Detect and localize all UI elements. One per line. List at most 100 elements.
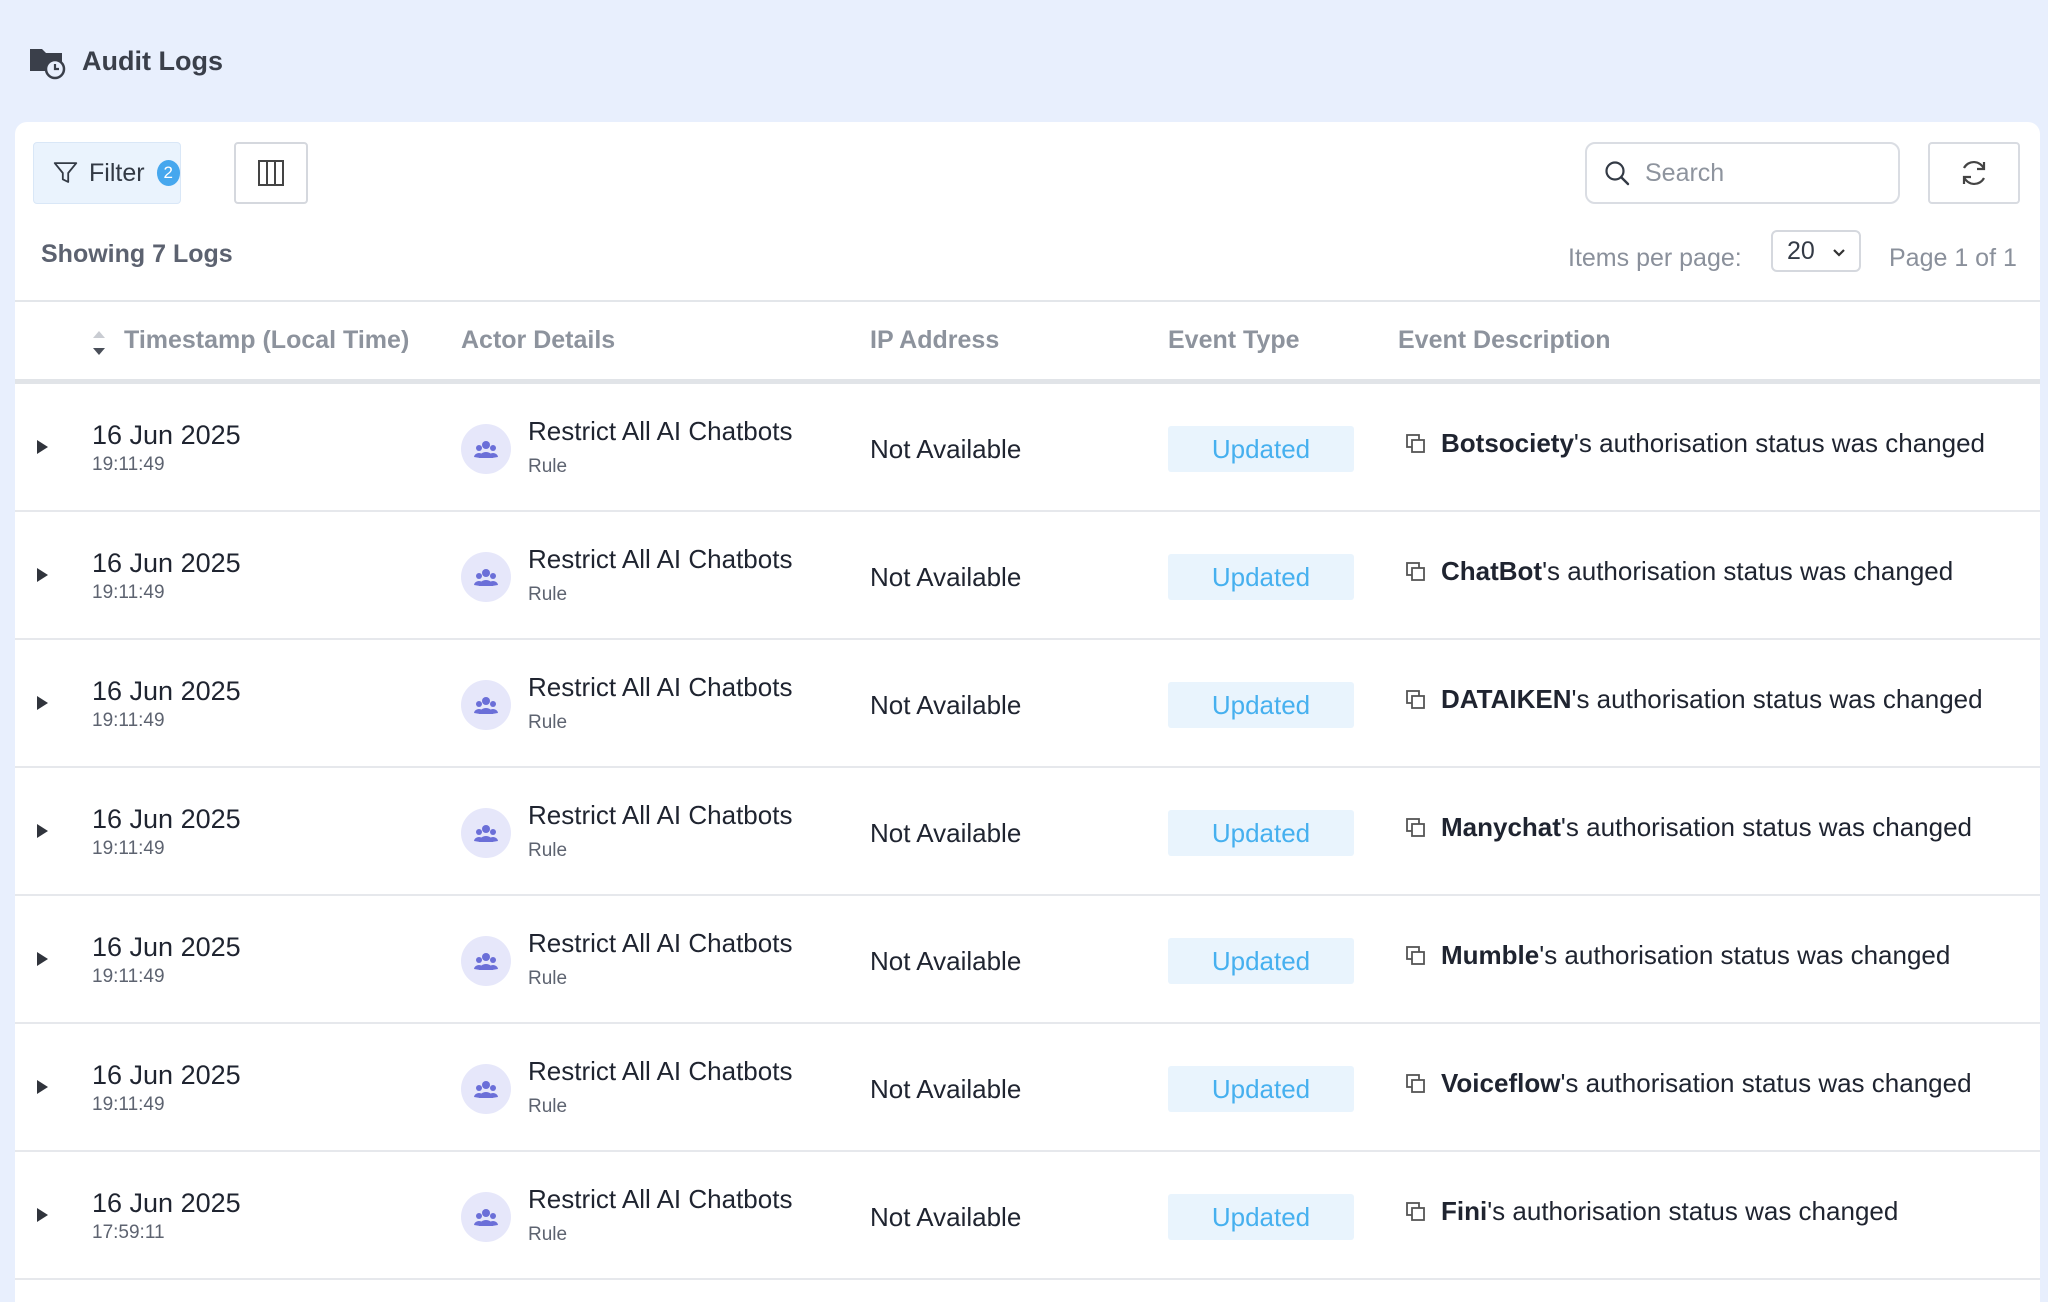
filter-icon [53, 162, 78, 183]
copy-icon[interactable] [1405, 1073, 1427, 1095]
search-input[interactable] [1643, 157, 1887, 189]
timestamp-time: 19:11:49 [92, 966, 165, 987]
column-header-timestamp[interactable]: Timestamp (Local Time) [124, 326, 409, 355]
ip-address: Not Available [870, 946, 1022, 976]
table-row[interactable]: 16 Jun 2025 17:59:11 Restrict All AI Cha… [15, 1152, 2040, 1280]
items-per-page-label: Items per page: [1568, 244, 1742, 272]
copy-icon[interactable] [1405, 817, 1427, 839]
page-header: Audit Logs [0, 0, 2048, 122]
timestamp-date: 16 Jun 2025 [92, 420, 241, 450]
actor-name: Restrict All AI Chatbots [528, 672, 793, 702]
event-description-text: Manychat's authorisation status was chan… [1441, 812, 1973, 842]
column-header-actor: Actor Details [461, 326, 616, 354]
actor-rule-icon [461, 936, 511, 986]
ip-address: Not Available [870, 690, 1022, 720]
timestamp-time: 19:11:49 [92, 582, 165, 603]
event-description: Mumble's authorisation status was change… [1405, 940, 1950, 971]
actor-rule-icon [461, 808, 511, 858]
event-description: Voiceflow's authorisation status was cha… [1405, 1068, 1972, 1099]
copy-icon[interactable] [1405, 689, 1427, 711]
event-type-badge: Updated [1168, 1066, 1354, 1112]
timestamp-time: 19:11:49 [92, 838, 165, 859]
event-description-text: Fini's authorisation status was changed [1441, 1196, 1899, 1226]
filter-label: Filter [89, 158, 145, 187]
audit-log-card: Filter 2 Search Showing 7 Logs Items per… [15, 122, 2040, 1302]
actor-rule-icon [461, 424, 511, 474]
columns-toggle-button[interactable] [234, 142, 308, 204]
items-per-page-select[interactable]: 20 [1771, 230, 1861, 272]
event-description-text: DATAIKEN's authorisation status was chan… [1441, 684, 1983, 714]
table-row[interactable]: 16 Jun 2025 19:11:49 Restrict All AI Cha… [15, 896, 2040, 1024]
timestamp-date: 16 Jun 2025 [92, 804, 241, 834]
timestamp-date: 16 Jun 2025 [92, 676, 241, 706]
event-type-badge: Updated [1168, 426, 1354, 472]
filter-button[interactable]: Filter 2 [33, 142, 181, 204]
actor-rule-icon [461, 1192, 511, 1242]
table-row[interactable]: 16 Jun 2025 19:11:49 Restrict All AI Cha… [15, 768, 2040, 896]
summary-row: Showing 7 Logs Items per page: 20 Page 1… [15, 222, 2040, 300]
event-description-text: ChatBot's authorisation status was chang… [1441, 556, 1954, 586]
table-row[interactable]: 16 Jun 2025 19:11:49 Restrict All AI Cha… [15, 512, 2040, 640]
timestamp-date: 16 Jun 2025 [92, 548, 241, 578]
event-type-badge: Updated [1168, 682, 1354, 728]
expand-row-icon[interactable] [37, 568, 48, 582]
event-type-badge: Updated [1168, 1194, 1354, 1240]
expand-row-icon[interactable] [37, 952, 48, 966]
filter-count-badge: 2 [156, 160, 180, 186]
timestamp-time: 19:11:49 [92, 710, 165, 731]
audit-logs-page: Audit Logs Filter 2 Search Showing 7 Log… [0, 0, 2048, 1302]
column-header-event-type: Event Type [1168, 326, 1300, 354]
expand-row-icon[interactable] [37, 696, 48, 710]
actor-type: Rule [528, 1096, 568, 1117]
actor-name: Restrict All AI Chatbots [528, 1056, 793, 1086]
expand-row-icon[interactable] [37, 440, 48, 454]
copy-icon[interactable] [1405, 561, 1427, 583]
ip-address: Not Available [870, 1074, 1022, 1104]
timestamp-time: 19:11:49 [92, 454, 165, 475]
copy-icon[interactable] [1405, 945, 1427, 967]
ip-address: Not Available [870, 562, 1022, 592]
columns-icon [258, 160, 284, 186]
actor-type: Rule [528, 584, 568, 605]
event-type-badge: Updated [1168, 810, 1354, 856]
actor-rule-icon [461, 680, 511, 730]
event-description: DATAIKEN's authorisation status was chan… [1405, 684, 1983, 715]
timestamp-time: 19:11:49 [92, 1094, 165, 1115]
event-description: Manychat's authorisation status was chan… [1405, 812, 1972, 843]
sort-icon[interactable] [91, 326, 107, 360]
search-field[interactable] [1585, 142, 1900, 204]
event-description-text: Botsociety's authorisation status was ch… [1441, 428, 1986, 458]
timestamp-date: 16 Jun 2025 [92, 1060, 241, 1090]
copy-icon[interactable] [1405, 433, 1427, 455]
page-title: Audit Logs [82, 45, 223, 76]
toolbar: Filter 2 [15, 122, 2040, 222]
expand-row-icon[interactable] [37, 824, 48, 838]
event-type-badge: Updated [1168, 554, 1354, 600]
table-body: 16 Jun 2025 19:11:49 Restrict All AI Cha… [15, 384, 2040, 1280]
ip-address: Not Available [870, 818, 1022, 848]
table-row[interactable]: 16 Jun 2025 19:11:49 Restrict All AI Cha… [15, 640, 2040, 768]
table-row[interactable]: 16 Jun 2025 19:11:49 Restrict All AI Cha… [15, 1024, 2040, 1152]
event-type-badge: Updated [1168, 938, 1354, 984]
copy-icon[interactable] [1405, 1201, 1427, 1223]
ip-address: Not Available [870, 1202, 1022, 1232]
folder-clock-icon [30, 49, 66, 80]
actor-name: Restrict All AI Chatbots [528, 544, 793, 574]
actor-name: Restrict All AI Chatbots [528, 928, 793, 958]
actor-type: Rule [528, 968, 568, 989]
event-description: ChatBot's authorisation status was chang… [1405, 556, 1953, 587]
event-description: Fini's authorisation status was changed [1405, 1196, 1898, 1227]
event-description-text: Voiceflow's authorisation status was cha… [1441, 1068, 1972, 1098]
actor-type: Rule [528, 840, 568, 861]
actor-rule-icon [461, 552, 511, 602]
expand-row-icon[interactable] [37, 1080, 48, 1094]
timestamp-date: 16 Jun 2025 [92, 1188, 241, 1218]
table-row[interactable]: 16 Jun 2025 19:11:49 Restrict All AI Cha… [15, 384, 2040, 512]
search-icon [1605, 161, 1630, 186]
event-description-text: Mumble's authorisation status was change… [1441, 940, 1951, 970]
refresh-icon [1962, 160, 1986, 186]
expand-row-icon[interactable] [37, 1208, 48, 1222]
log-count: Showing 7 Logs [41, 240, 233, 268]
refresh-button[interactable] [1928, 142, 2020, 204]
timestamp-time: 17:59:11 [92, 1222, 165, 1243]
